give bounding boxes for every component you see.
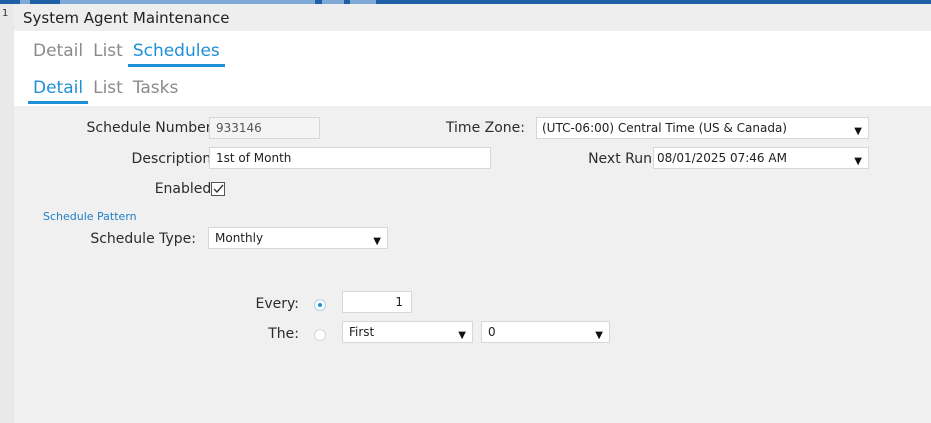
schedule-type-value: Monthly [215, 231, 264, 245]
checkmark-icon [213, 184, 224, 194]
description-label: Description: [131, 151, 216, 167]
chevron-down-icon: ▼ [854, 156, 862, 167]
day-value: 0 [488, 325, 496, 339]
ordinal-value: First [349, 325, 375, 339]
enabled-label: Enabled: [154, 181, 216, 197]
description-field[interactable]: 1st of Month [209, 147, 491, 169]
tab-detail[interactable]: Detail [28, 41, 88, 61]
title-bar: System Agent Maintenance [14, 4, 931, 31]
next-run-label: Next Run [588, 151, 652, 167]
schedule-detail-panel: Schedule Number: 933146 Description: 1st… [14, 106, 931, 423]
schedule-type-label: Schedule Type: [90, 231, 196, 247]
day-select[interactable]: 0 ▼ [481, 321, 610, 343]
every-radio[interactable] [314, 299, 326, 311]
subtab-detail[interactable]: Detail [28, 78, 89, 104]
chevron-down-icon: ▼ [458, 330, 466, 341]
next-run-select[interactable]: 08/01/2025 07:46 AM ▼ [653, 147, 869, 169]
tab-list[interactable]: List [88, 41, 128, 61]
next-run-value: 08/01/2025 07:46 AM [657, 151, 787, 165]
schedule-number-label: Schedule Number: [86, 120, 217, 136]
enabled-checkbox[interactable] [211, 182, 225, 196]
schedule-number-field: 933146 [209, 117, 320, 139]
tab-schedules[interactable]: Schedules [127, 41, 225, 67]
ordinal-select[interactable]: First ▼ [342, 321, 473, 343]
left-strip-mark: 1 [2, 8, 9, 19]
subtab-tasks[interactable]: Tasks [128, 78, 184, 98]
time-zone-label: Time Zone: [445, 120, 525, 136]
schedule-type-select[interactable]: Monthly ▼ [208, 227, 388, 249]
time-zone-select[interactable]: (UTC-06:00) Central Time (US & Canada) ▼ [536, 117, 869, 139]
chevron-down-icon: ▼ [373, 236, 381, 247]
time-zone-value: (UTC-06:00) Central Time (US & Canada) [542, 121, 787, 135]
page-title: System Agent Maintenance [23, 9, 230, 27]
chevron-down-icon: ▼ [595, 330, 603, 341]
schedule-pattern-heading: Schedule Pattern [43, 210, 137, 223]
every-label: Every: [255, 296, 299, 312]
left-sidebar-strip: 1 [0, 4, 14, 423]
primary-tabs: Detail List Schedules [28, 41, 225, 67]
every-count-field[interactable]: 1 [342, 291, 412, 313]
subtab-list[interactable]: List [88, 78, 128, 98]
the-radio[interactable] [314, 329, 326, 341]
secondary-tabs: Detail List Tasks [28, 78, 184, 104]
the-label: The: [268, 326, 299, 342]
chevron-down-icon: ▼ [854, 126, 862, 137]
